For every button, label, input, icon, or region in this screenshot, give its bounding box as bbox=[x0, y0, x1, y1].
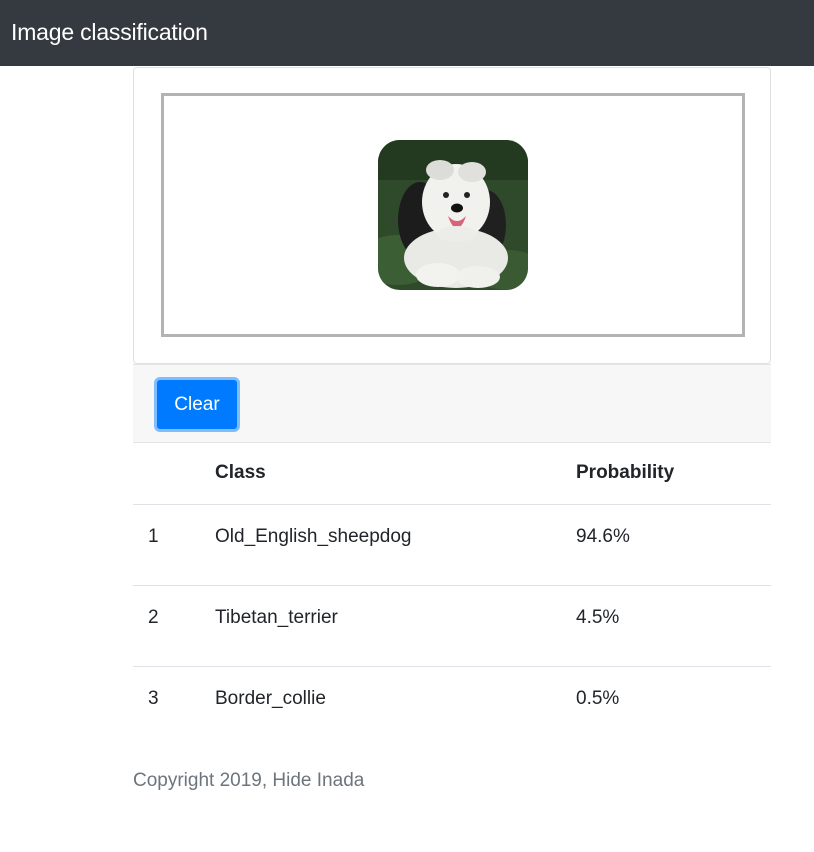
header-probability: Probability bbox=[576, 443, 771, 505]
uploaded-image-thumbnail bbox=[378, 140, 528, 290]
row-probability: 0.5% bbox=[576, 687, 620, 709]
table-row: 1 Old_English_sheepdog 94.6% bbox=[133, 504, 771, 586]
clear-button[interactable]: Clear bbox=[154, 377, 240, 432]
results-table: Class Probability 1 Old_English_sheepdog… bbox=[133, 443, 771, 747]
row-class: Border_collie bbox=[215, 687, 326, 709]
header-rank bbox=[133, 443, 215, 505]
image-dropzone[interactable] bbox=[161, 93, 745, 337]
table-row: 3 Border_collie 0.5% bbox=[133, 666, 771, 747]
copyright-text: Copyright 2019, Hide Inada bbox=[133, 770, 365, 791]
upload-card bbox=[133, 67, 771, 364]
card-footer: Clear bbox=[133, 364, 771, 443]
row-class: Tibetan_terrier bbox=[215, 585, 576, 667]
table-row: 2 Tibetan_terrier 4.5% bbox=[133, 585, 771, 667]
navbar-brand[interactable]: Image classification bbox=[11, 17, 208, 47]
row-class: Old_English_sheepdog bbox=[215, 504, 576, 586]
table-header-row: Class Probability bbox=[133, 443, 771, 505]
row-rank: 1 bbox=[133, 504, 215, 586]
header-class: Class bbox=[215, 443, 576, 505]
row-rank: 3 bbox=[148, 687, 159, 709]
row-probability: 4.5% bbox=[576, 585, 771, 667]
row-rank: 2 bbox=[133, 585, 215, 667]
row-probability: 94.6% bbox=[576, 504, 771, 586]
navbar: Image classification bbox=[0, 0, 814, 66]
